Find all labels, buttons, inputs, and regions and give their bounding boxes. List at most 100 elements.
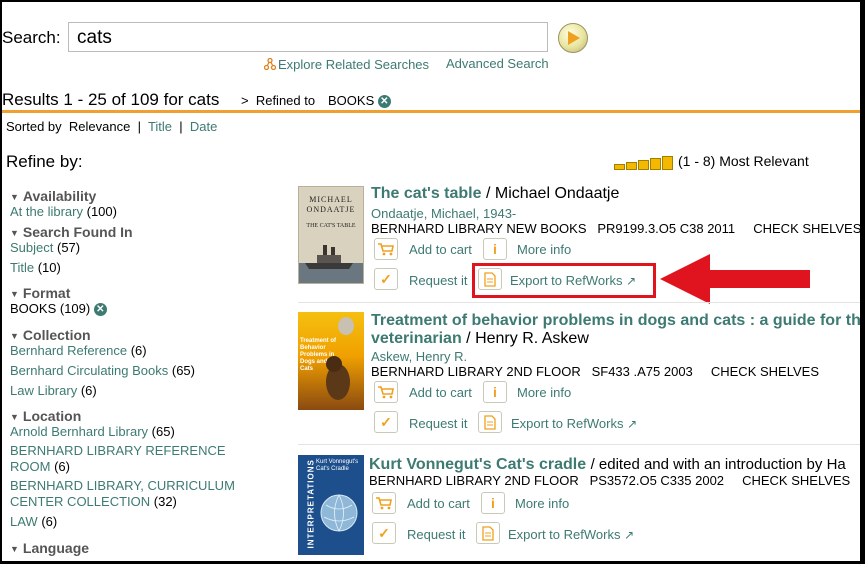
facet-item[interactable]: BERNHARD LIBRARY, CURRICULUM — [10, 478, 235, 493]
info-icon: i — [491, 495, 495, 511]
export-button[interactable] — [476, 522, 500, 544]
record-holdings: BERNHARD LIBRARY NEW BOOKS PR9199.3.O5 C… — [371, 221, 860, 236]
add-to-cart-link[interactable]: Add to cart — [407, 496, 470, 511]
facet-item-label[interactable]: Arnold Bernhard Library — [10, 424, 148, 439]
sort-relevance[interactable]: Relevance — [69, 119, 130, 134]
record-title[interactable]: veterinarian — [371, 330, 462, 347]
more-info-link[interactable]: More info — [515, 496, 569, 511]
record-title-link[interactable]: The cat's table / Michael Ondaatje — [371, 185, 619, 203]
book-cover-image[interactable]: Treatment of Behavior Problems in Dogs a… — [298, 312, 364, 410]
record-location: BERNHARD LIBRARY 2ND FLOOR — [369, 473, 579, 488]
search-input[interactable] — [75, 24, 539, 52]
facet-item-label[interactable]: LAW — [10, 514, 38, 529]
more-info-link[interactable]: More info — [517, 385, 571, 400]
facet-item-label[interactable]: Subject — [10, 240, 53, 255]
more-info-button[interactable]: i — [483, 238, 507, 260]
add-to-cart-button[interactable] — [374, 381, 398, 403]
facet-item-count: (65) — [171, 363, 195, 378]
export-refworks-link[interactable]: Export to RefWorks ↗ — [511, 416, 637, 431]
sort-divider: | — [179, 119, 183, 134]
facet-item-label[interactable]: Bernhard Reference — [10, 343, 127, 358]
add-to-cart-link[interactable]: Add to cart — [409, 385, 472, 400]
request-button[interactable]: ✓ — [374, 411, 398, 433]
export-button[interactable] — [478, 411, 502, 433]
facet-item-label[interactable]: ROOM — [10, 459, 50, 474]
relevance-indicator: (1 - 8) Most Relevant — [614, 153, 809, 171]
facet-item[interactable]: BERNHARD LIBRARY REFERENCE — [10, 443, 226, 458]
record-call-number: PR9199.3.O5 C38 2011 — [597, 221, 736, 236]
divider-line — [2, 110, 860, 113]
facet-search-found-heading[interactable]: Search Found In — [10, 224, 133, 240]
record-title-cont[interactable]: veterinarian / Henry R. Askew — [371, 330, 589, 348]
request-link[interactable]: Request it — [407, 527, 466, 542]
facet-item[interactable]: Subject (57) — [10, 240, 80, 255]
book-cover-image[interactable]: INTERPRETATIONS Kurt Vonnegut's Cat's Cr… — [298, 455, 364, 555]
sort-bar: Sorted by Relevance | Title | Date — [6, 119, 217, 134]
document-icon — [484, 415, 496, 430]
export-refworks-link[interactable]: Export to RefWorks ↗ — [508, 527, 634, 542]
sort-title-link[interactable]: Title — [148, 119, 172, 134]
facet-item-label: BOOKS — [10, 301, 57, 316]
more-info-link[interactable]: More info — [517, 242, 571, 257]
facet-item[interactable]: LAW (6) — [10, 514, 57, 529]
book-cover-image[interactable]: MICHAEL ONDAATJE THE CAT'S TABLE — [298, 186, 364, 284]
facet-item-label[interactable]: Bernhard Circulating Books — [10, 363, 168, 378]
record-status: CHECK SHELVES — [710, 364, 819, 379]
red-arrow-icon — [660, 254, 810, 304]
facet-item[interactable]: CENTER COLLECTION (32) — [10, 494, 177, 509]
facet-item-label[interactable]: Law Library — [10, 383, 77, 398]
network-icon — [263, 57, 277, 71]
search-box[interactable] — [68, 22, 548, 52]
cart-icon — [378, 386, 394, 399]
sort-date-link[interactable]: Date — [190, 119, 217, 134]
facet-item-label[interactable]: At the library — [10, 204, 83, 219]
more-info-button[interactable]: i — [483, 381, 507, 403]
facet-item[interactable]: ROOM (6) — [10, 459, 70, 474]
facet-collection-heading[interactable]: Collection — [10, 327, 91, 343]
facet-item[interactable]: Law Library (6) — [10, 383, 97, 398]
facet-availability-heading[interactable]: Availability — [10, 188, 96, 204]
record-title[interactable]: The cat's table — [371, 185, 482, 202]
facet-item-label[interactable]: BERNHARD LIBRARY, CURRICULUM — [10, 478, 235, 493]
remove-format-icon[interactable]: ✕ — [93, 303, 107, 317]
request-link[interactable]: Request it — [409, 273, 468, 288]
facet-item[interactable]: Arnold Bernhard Library (65) — [10, 424, 175, 439]
facet-item[interactable]: Bernhard Reference (6) — [10, 343, 147, 358]
record-title-link[interactable]: Treatment of behavior problems in dogs a… — [371, 312, 860, 330]
facet-item-count: (57) — [57, 240, 81, 255]
request-link[interactable]: Request it — [409, 416, 468, 431]
cover-author-text: MICHAEL ONDAATJE — [306, 195, 356, 214]
facet-item-label[interactable]: CENTER COLLECTION — [10, 494, 150, 509]
facet-item[interactable]: At the library (100) — [10, 204, 117, 219]
remove-refinement-icon[interactable]: ✕ — [377, 95, 391, 109]
refine-by-heading: Refine by: — [6, 152, 83, 171]
record-title[interactable]: Kurt Vonnegut's Cat's cradle — [369, 456, 586, 473]
facet-item[interactable]: Bernhard Circulating Books (65) — [10, 363, 195, 378]
facet-item[interactable]: Title (10) — [10, 260, 61, 275]
advanced-search-link[interactable]: Advanced Search — [446, 56, 549, 71]
record-author-link[interactable]: Askew, Henry R. — [371, 349, 467, 364]
add-to-cart-link[interactable]: Add to cart — [409, 242, 472, 257]
relevance-label: (1 - 8) Most Relevant — [678, 153, 809, 169]
facet-location-heading[interactable]: Location — [10, 408, 81, 424]
record-title-link[interactable]: Kurt Vonnegut's Cat's cradle / edited an… — [369, 456, 846, 474]
request-button[interactable]: ✓ — [374, 268, 398, 290]
facet-item-label[interactable]: BERNHARD LIBRARY REFERENCE — [10, 443, 226, 458]
refined-value-label: BOOKS — [328, 93, 375, 108]
add-to-cart-button[interactable] — [372, 492, 396, 514]
facet-language-heading[interactable]: Language — [10, 540, 89, 556]
add-to-cart-button[interactable] — [374, 238, 398, 260]
explore-related-link[interactable]: Explore Related Searches — [263, 57, 430, 72]
external-link-icon: ↗ — [624, 528, 635, 542]
explore-related-label: Explore Related Searches — [278, 57, 430, 72]
facet-item-label[interactable]: Title — [10, 260, 34, 275]
facet-format-heading[interactable]: Format — [10, 285, 70, 301]
export-label: Export to RefWorks — [511, 416, 624, 431]
cart-icon — [378, 243, 394, 256]
record-author-link[interactable]: Ondaatje, Michael, 1943- — [371, 206, 516, 221]
search-go-button[interactable] — [558, 23, 588, 53]
record-location: BERNHARD LIBRARY 2ND FLOOR — [371, 364, 581, 379]
request-button[interactable]: ✓ — [372, 522, 396, 544]
more-info-button[interactable]: i — [481, 492, 505, 514]
sort-divider: | — [137, 119, 141, 134]
